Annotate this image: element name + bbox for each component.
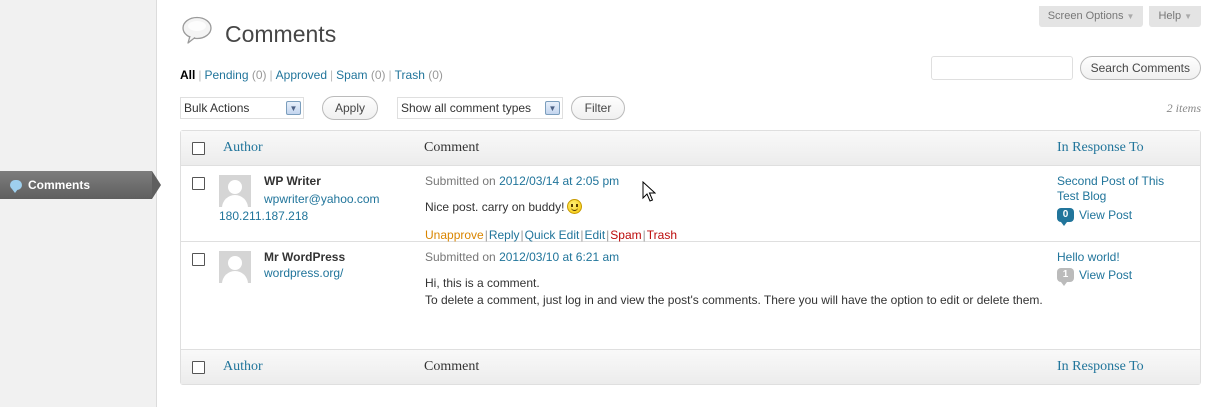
column-in-response-to[interactable]: In Response To	[1057, 140, 1144, 156]
row-actions: Unapprove|Reply|Quick Edit|Edit|Spam|Tra…	[425, 228, 677, 242]
table-row: Mr WordPress wordpress.org/ Submitted on…	[181, 242, 1200, 349]
apply-button[interactable]: Apply	[322, 96, 378, 120]
select-all-checkbox[interactable]	[192, 360, 205, 374]
admin-sidebar: Comments	[0, 0, 161, 407]
response-post-link[interactable]: Second Post of This Test Blog	[1057, 174, 1187, 204]
search-input[interactable]	[930, 56, 1073, 80]
column-comment: Comment	[424, 140, 480, 155]
author-name: Mr WordPress	[264, 250, 346, 264]
comment-count-bubble-icon: 1	[1057, 268, 1074, 286]
column-comment: Comment	[424, 359, 480, 374]
response-post-link[interactable]: Hello world!	[1057, 250, 1187, 265]
comment-bubble-icon	[10, 180, 22, 193]
active-arrow	[152, 171, 161, 199]
author-ip-link[interactable]: 180.211.187.218	[219, 209, 308, 223]
edit-link[interactable]: Edit	[584, 228, 605, 242]
filter-pending[interactable]: Pending	[204, 68, 248, 82]
page-title: Comments	[225, 21, 337, 47]
submitted-info: Submitted on 2012/03/10 at 6:21 am	[425, 250, 620, 264]
sidebar-item-comments[interactable]: Comments	[0, 171, 161, 199]
avatar	[219, 251, 251, 283]
comment-type-select[interactable]: Show all comment types ▼	[397, 97, 563, 119]
row-checkbox[interactable]	[192, 177, 205, 190]
comment-date-link[interactable]: 2012/03/10 at 6:21 am	[499, 250, 619, 264]
submitted-info: Submitted on 2012/03/14 at 2:05 pm	[425, 174, 620, 188]
select-all-checkbox[interactable]	[192, 141, 205, 155]
filter-trash[interactable]: Trash	[395, 68, 425, 82]
author-url-link[interactable]: wordpress.org/	[264, 266, 343, 280]
unapprove-link[interactable]: Unapprove	[425, 228, 484, 242]
reply-link[interactable]: Reply	[489, 228, 520, 242]
trash-link[interactable]: Trash	[647, 228, 677, 242]
comment-date-link[interactable]: 2012/03/14 at 2:05 pm	[499, 174, 619, 188]
screen-meta-links: Screen Options ▼ Help ▼	[1038, 6, 1201, 27]
smiley-icon	[567, 199, 583, 214]
spam-count: (0)	[370, 68, 386, 82]
filter-button[interactable]: Filter	[571, 96, 625, 120]
spam-link[interactable]: Spam	[610, 228, 641, 242]
items-count: 2 items	[1166, 101, 1201, 115]
chevron-down-icon: ▼	[1184, 12, 1192, 21]
filter-all[interactable]: All	[180, 68, 195, 82]
column-in-response-to[interactable]: In Response To	[1057, 359, 1144, 375]
view-post-link[interactable]: 1 View Post	[1057, 268, 1132, 286]
sidebar-item-label: Comments	[28, 178, 91, 192]
filter-spam[interactable]: Spam	[336, 68, 367, 82]
row-checkbox[interactable]	[192, 253, 205, 266]
author-email-link[interactable]: wpwriter@yahoo.com	[264, 192, 380, 206]
screen-options-button[interactable]: Screen Options ▼	[1038, 6, 1144, 27]
chevron-down-icon: ▼	[545, 101, 560, 115]
comments-table: Author Comment In Response To WP Writer …	[180, 130, 1201, 385]
status-filters: All | Pending (0) | Approved | Spam (0) | Trash …	[180, 68, 443, 82]
mouse-cursor-icon	[642, 181, 656, 202]
comments-icon	[182, 16, 212, 44]
filter-approved[interactable]: Approved	[276, 68, 327, 82]
help-button[interactable]: Help ▼	[1149, 6, 1201, 27]
quick-edit-link[interactable]: Quick Edit	[525, 228, 580, 242]
search-comments-button[interactable]: Search Comments	[1079, 56, 1201, 80]
avatar	[219, 175, 251, 207]
column-author[interactable]: Author	[223, 140, 263, 156]
table-row: WP Writer wpwriter@yahoo.com 180.211.187…	[181, 166, 1200, 242]
table-header: Author Comment In Response To	[181, 131, 1200, 166]
tablenav-top: Bulk Actions ▼ Apply Show all comment ty…	[180, 96, 1201, 123]
trash-count: (0)	[428, 68, 443, 82]
chevron-down-icon: ▼	[286, 101, 301, 115]
bulk-actions-select[interactable]: Bulk Actions ▼	[180, 97, 304, 119]
column-author[interactable]: Author	[223, 359, 263, 375]
comment-count-bubble-icon: 0	[1057, 208, 1074, 226]
comment-text: Hi, this is a comment. To delete a comme…	[425, 276, 1043, 307]
view-post-link[interactable]: 0 View Post	[1057, 208, 1132, 226]
chevron-down-icon: ▼	[1126, 12, 1135, 21]
search-box: Search Comments	[930, 56, 1201, 80]
table-footer: Author Comment In Response To	[181, 349, 1200, 384]
pending-count: (0)	[251, 68, 267, 82]
comment-text: Nice post. carry on buddy!	[425, 199, 1045, 216]
author-name: WP Writer	[264, 174, 321, 188]
